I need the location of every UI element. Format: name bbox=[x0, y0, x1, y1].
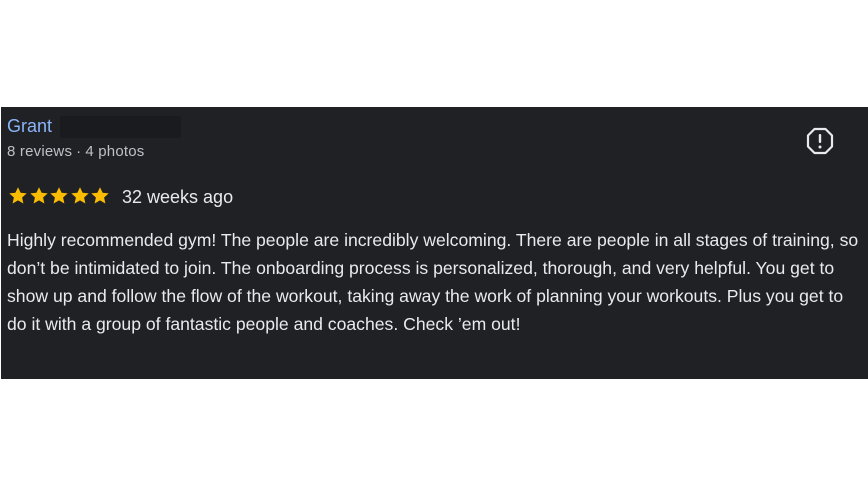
star-icon bbox=[91, 187, 109, 204]
star-icon bbox=[9, 187, 27, 204]
photos-count: 4 photos bbox=[85, 143, 145, 160]
star-icon bbox=[29, 187, 48, 204]
review-time: 32 weeks ago bbox=[122, 187, 234, 207]
author-meta: 8 reviews · 4 photos bbox=[7, 142, 145, 162]
meta-separator: · bbox=[76, 143, 82, 160]
reviews-count: 8 reviews bbox=[7, 143, 73, 160]
report-button[interactable] bbox=[805, 126, 835, 156]
star-icon bbox=[50, 187, 68, 204]
redacted-name-block bbox=[60, 116, 181, 138]
star-icon bbox=[70, 187, 89, 204]
star-rating bbox=[8, 186, 111, 208]
review-text: Highly recommended gym! The people are i… bbox=[7, 230, 859, 334]
report-flag-icon bbox=[806, 127, 834, 155]
author-name[interactable]: Grant bbox=[7, 115, 52, 137]
